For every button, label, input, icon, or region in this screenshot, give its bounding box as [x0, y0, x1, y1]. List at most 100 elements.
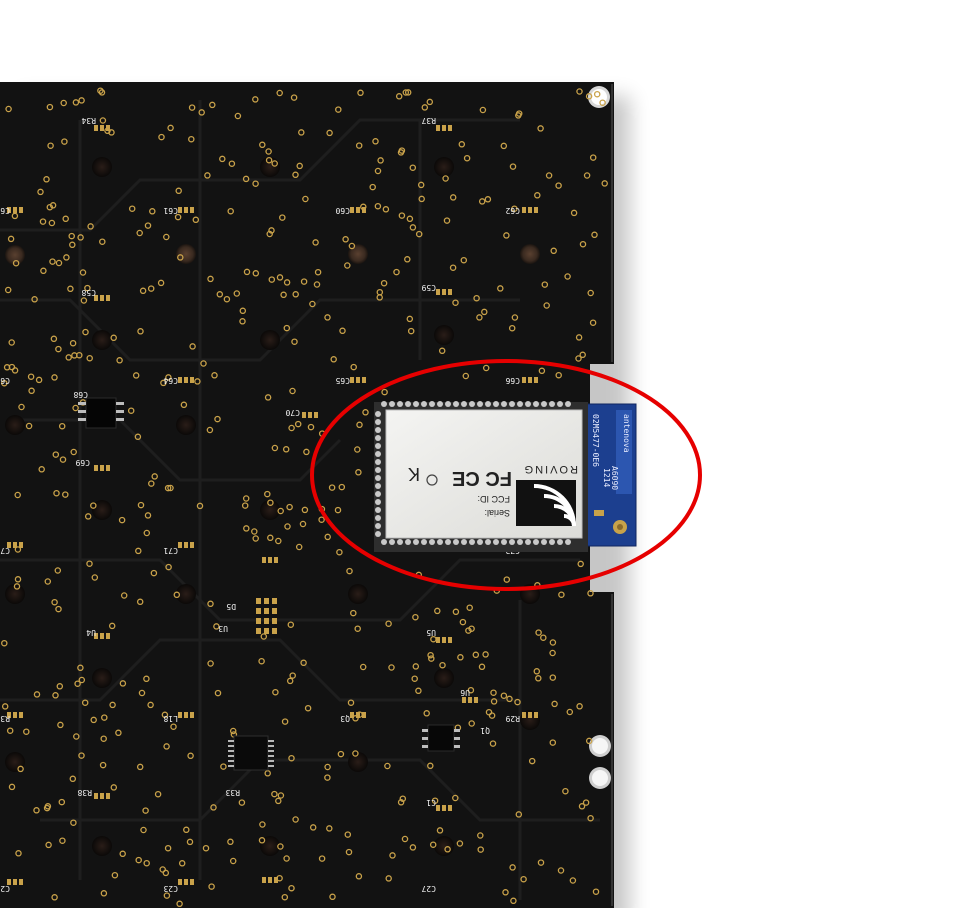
silk-label: U5 — [426, 628, 436, 637]
module-pin — [375, 435, 381, 441]
module-pin — [375, 451, 381, 457]
ic-chip-u4 — [422, 724, 460, 752]
module-pin — [453, 401, 459, 407]
smd-pad — [528, 712, 532, 718]
smd-pad — [100, 295, 104, 301]
silk-label: C69 — [75, 458, 90, 467]
smd-pad — [100, 465, 104, 471]
smd-pad — [190, 542, 194, 548]
module-pin — [405, 539, 411, 545]
smd-pad — [100, 125, 104, 131]
smd-pad — [13, 712, 17, 718]
smd-pad — [19, 542, 23, 548]
module-pin — [469, 539, 475, 545]
silk-label: R38 — [77, 788, 92, 797]
silk-label: C60 — [335, 206, 350, 215]
module-pin — [375, 419, 381, 425]
module-pin — [397, 539, 403, 545]
smd-pad — [528, 377, 532, 383]
module-glyph: K — [408, 464, 420, 484]
module-pin — [541, 401, 547, 407]
module-pin — [397, 401, 403, 407]
module-pin — [375, 507, 381, 513]
module-pin — [565, 401, 571, 407]
silk-label: C70 — [285, 408, 300, 417]
smd-pad — [448, 637, 452, 643]
silk-label: C26 — [0, 884, 10, 893]
pcb-photo: R34 R37 C58 C59 C60 C61 C62 C63 C64 C65 C66 C67 C68 C… — [0, 82, 702, 908]
module-pin — [381, 401, 387, 407]
silk-label: C63 — [0, 206, 10, 215]
module-brand: ROVING — [523, 463, 578, 475]
smd-pad — [356, 712, 360, 718]
smd-pad — [184, 712, 188, 718]
module-pin — [375, 427, 381, 433]
smd-pad — [448, 805, 452, 811]
ic-chip-bottom — [228, 735, 274, 771]
smd-pad — [106, 793, 110, 799]
smd-pad — [474, 697, 478, 703]
smd-pad — [268, 557, 272, 563]
module-pin — [549, 401, 555, 407]
smd-pad — [362, 377, 366, 383]
module-pin — [375, 411, 381, 417]
module-pin — [509, 401, 515, 407]
smd-pad — [184, 207, 188, 213]
smd-pad — [184, 879, 188, 885]
module-pin — [381, 539, 387, 545]
smd-pad — [13, 542, 17, 548]
silk-label: C64 — [163, 376, 178, 385]
smd-pad — [442, 805, 446, 811]
smd-pad — [356, 207, 360, 213]
module-pin — [375, 443, 381, 449]
silk-label: U6 — [460, 688, 470, 697]
module-pin — [509, 539, 515, 545]
silk-label: C62 — [505, 206, 520, 215]
smd-pad — [274, 877, 278, 883]
roving-logo-icon — [516, 480, 576, 527]
module-pin — [375, 499, 381, 505]
module-pin — [557, 401, 563, 407]
module-pin — [421, 401, 427, 407]
smd-pad — [442, 289, 446, 295]
smd-pad — [106, 295, 110, 301]
module-pin — [375, 467, 381, 473]
smd-pad — [534, 377, 538, 383]
module-pin — [477, 401, 483, 407]
module-pin — [533, 539, 539, 545]
silk-label: C61 — [163, 206, 178, 215]
silk-label: C72 — [0, 546, 10, 555]
module-pin — [501, 539, 507, 545]
bluetooth-module: antenova A6090 1214 02M5477-0E6 ROVING S… — [374, 401, 637, 552]
silk-label: C59 — [421, 283, 436, 292]
module-pin — [375, 531, 381, 537]
smd-pad — [356, 377, 360, 383]
module-serial: Serial: — [484, 508, 510, 518]
smd-pad — [19, 712, 23, 718]
silk-label: R37 — [421, 116, 436, 125]
smd-pad — [362, 207, 366, 213]
module-pin — [375, 523, 381, 529]
smd-pad — [528, 207, 532, 213]
module-pin — [461, 401, 467, 407]
silk-label: C66 — [505, 376, 520, 385]
module-pin — [549, 539, 555, 545]
smd-pad — [362, 712, 366, 718]
module-pin — [517, 539, 523, 545]
module-pin — [375, 515, 381, 521]
smd-pad — [314, 412, 318, 418]
silk-label: U4 — [86, 628, 96, 637]
smd-pad — [190, 879, 194, 885]
antenna-label: antenova — [622, 414, 631, 453]
module-pin — [389, 539, 395, 545]
silk-label: C67 — [0, 376, 10, 385]
module-pin — [405, 401, 411, 407]
smd-pad — [534, 207, 538, 213]
module-pin — [525, 401, 531, 407]
module-pin — [429, 401, 435, 407]
module-pin — [525, 539, 531, 545]
module-pin — [541, 539, 547, 545]
smd-pad — [190, 207, 194, 213]
smd-pad — [100, 633, 104, 639]
module-pin — [517, 401, 523, 407]
